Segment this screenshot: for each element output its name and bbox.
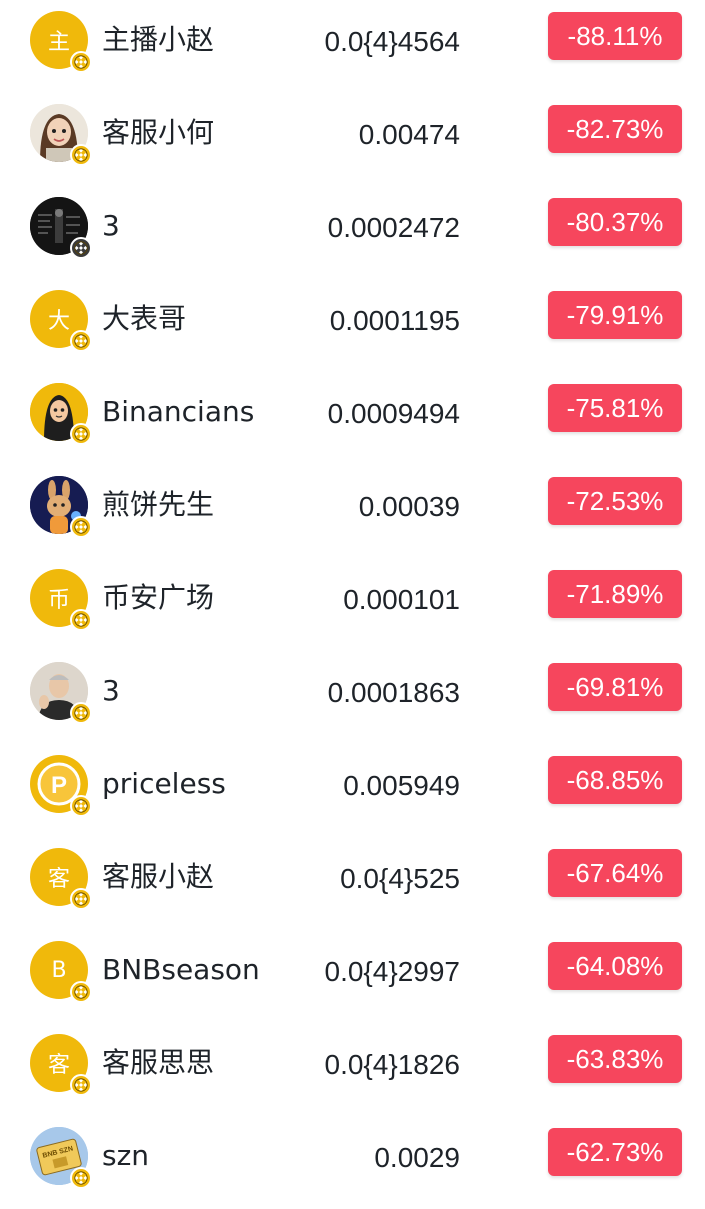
list-item[interactable]: 3 0.0002472 -80.37% (0, 186, 705, 279)
bnb-badge-icon (70, 423, 92, 445)
avatar[interactable] (30, 662, 92, 724)
price-change-badge: -69.81% (548, 663, 682, 711)
list-item[interactable]: 币 币安广场 0.000101 -71.89% (0, 558, 705, 651)
avatar[interactable]: 客 (30, 848, 92, 910)
price-change-badge: -80.37% (548, 198, 682, 246)
avatar[interactable] (30, 383, 92, 445)
token-price: 0.0{4}2997 (324, 956, 461, 987)
bnb-badge-icon (70, 144, 92, 166)
bnb-badge-icon (70, 516, 92, 538)
token-price: 0.0029 (374, 1142, 460, 1173)
bnb-badge-icon (70, 1074, 92, 1096)
token-price: 0.00474 (358, 119, 460, 150)
bnb-badge-icon (70, 51, 92, 73)
token-name: szn (102, 1139, 150, 1172)
avatar[interactable]: P (30, 755, 92, 817)
bnb-badge-icon (70, 237, 92, 259)
price-change-badge: -88.11% (548, 12, 682, 60)
list-item[interactable]: 主 主播小赵 0.0{4}4564 -88.11% (0, 0, 705, 93)
list-item[interactable]: 大 大表哥 0.0001195 -79.91% (0, 279, 705, 372)
avatar-letter: 客 (47, 867, 70, 892)
avatar[interactable] (30, 197, 92, 259)
price-change-badge: -63.83% (548, 1035, 682, 1083)
list-item[interactable]: Binancians 0.0009494 -75.81% (0, 372, 705, 465)
list-item[interactable]: 3 0.0001863 -69.81% (0, 651, 705, 744)
bnb-badge-icon (70, 795, 92, 817)
list-item[interactable]: 煎饼先生 0.00039 -72.53% (0, 465, 705, 558)
token-name: 主播小赵 (102, 23, 215, 56)
token-price: 0.0001195 (329, 305, 460, 336)
avatar-letter: 大 (47, 309, 70, 334)
token-name: 3 (102, 674, 120, 707)
bnb-badge-icon (70, 609, 92, 631)
avatar-letter: 币 (47, 588, 70, 613)
avatar[interactable]: 主 (30, 11, 92, 73)
list-item[interactable]: Ppriceless 0.005949 -68.85% (0, 744, 705, 837)
list-item[interactable]: 客 客服小赵 0.0{4}525 -67.64% (0, 837, 705, 930)
avatar-letter: 主 (47, 30, 70, 55)
token-name: priceless (102, 767, 226, 800)
price-change-badge: -82.73% (548, 105, 682, 153)
token-price: 0.000101 (343, 584, 460, 615)
price-change-badge: -75.81% (548, 384, 682, 432)
token-list: 主 主播小赵 0.0{4}4564 -88.11% 客服小何 0.00474 -82.73%… (0, 0, 705, 1200)
token-name: 3 (102, 209, 120, 242)
list-item[interactable]: 客服小何 0.00474 -82.73% (0, 93, 705, 186)
token-price: 0.0001863 (327, 677, 460, 708)
bnb-badge-icon (70, 1167, 92, 1189)
avatar[interactable]: 客 (30, 1034, 92, 1096)
avatar[interactable]: 币 (30, 569, 92, 631)
token-name: 大表哥 (102, 302, 187, 335)
token-price: 0.0002472 (327, 212, 460, 243)
list-item[interactable]: 客 客服思思 0.0{4}1826 -63.83% (0, 1023, 705, 1116)
token-price: 0.0{4}1826 (324, 1049, 461, 1080)
svg-text:P: P (51, 772, 67, 799)
bnb-badge-icon (70, 981, 92, 1003)
token-price: 0.00039 (358, 491, 460, 522)
avatar-letter: B (51, 957, 67, 983)
bnb-badge-icon (70, 702, 92, 724)
token-name: 客服小何 (102, 116, 215, 149)
token-price: 0.0{4}4564 (324, 26, 461, 57)
price-change-badge: -68.85% (548, 756, 682, 804)
avatar[interactable] (30, 104, 92, 166)
list-item[interactable]: B BNBseason 0.0{4}2997 -64.08% (0, 930, 705, 1023)
list-item[interactable]: BNB SZN szn 0.0029 -62.73% (0, 1116, 705, 1209)
token-name: 币安广场 (102, 581, 215, 614)
token-price: 0.0{4}525 (340, 863, 460, 894)
price-change-badge: -71.89% (548, 570, 682, 618)
avatar[interactable]: BNB SZN (30, 1127, 92, 1189)
price-change-badge: -67.64% (548, 849, 682, 897)
token-name: 客服思思 (102, 1046, 215, 1079)
price-change-badge: -79.91% (548, 291, 682, 339)
avatar-letter: 客 (47, 1053, 70, 1078)
token-price: 0.005949 (343, 770, 460, 801)
token-price: 0.0009494 (327, 398, 460, 429)
bnb-badge-icon (70, 330, 92, 352)
avatar[interactable] (30, 476, 92, 538)
token-name: BNBseason (102, 953, 260, 986)
price-change-badge: -62.73% (548, 1128, 682, 1176)
price-change-badge: -64.08% (548, 942, 682, 990)
token-name: 客服小赵 (102, 860, 215, 893)
avatar[interactable]: 大 (30, 290, 92, 352)
token-name: 煎饼先生 (102, 488, 215, 521)
bnb-badge-icon (70, 888, 92, 910)
avatar[interactable]: B (30, 941, 92, 1003)
price-change-badge: -72.53% (548, 477, 682, 525)
token-name: Binancians (102, 395, 255, 428)
